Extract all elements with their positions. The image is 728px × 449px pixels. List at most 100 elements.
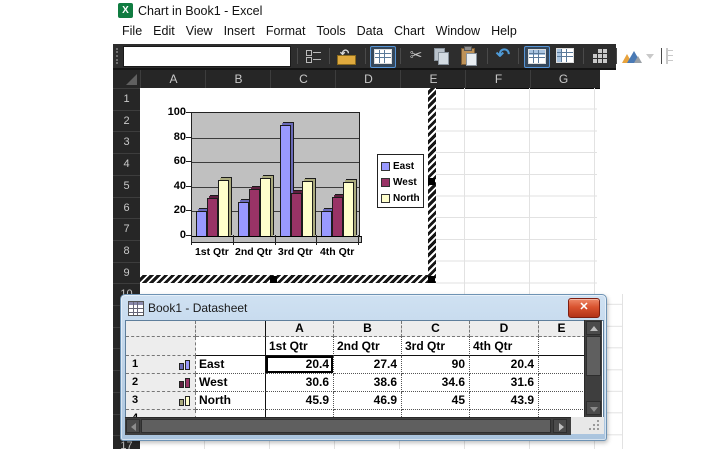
row-header-6[interactable]: 6 <box>113 197 140 219</box>
datasheet-col-header-E[interactable]: E <box>539 321 585 337</box>
datasheet-cell-west-C[interactable]: 34.6 <box>402 374 470 392</box>
row-header-1[interactable]: 1 <box>113 88 140 110</box>
menu-tools[interactable]: Tools <box>316 24 345 38</box>
datasheet-cell-north-D[interactable]: 43.9 <box>470 392 539 410</box>
bar-west-1stqtr[interactable] <box>207 198 218 238</box>
datasheet-cell-north-B[interactable]: 46.9 <box>334 392 402 410</box>
bar-west-2ndqtr[interactable] <box>249 189 260 239</box>
chart-edit-border-right[interactable] <box>428 88 436 283</box>
import-file-button[interactable]: ↶ <box>334 46 360 66</box>
select-all-corner[interactable] <box>113 70 140 88</box>
row-header-3[interactable]: 3 <box>113 131 140 153</box>
scroll-left-button[interactable] <box>126 419 140 433</box>
chart-type-button[interactable] <box>621 46 643 66</box>
bar-east-1stqtr[interactable] <box>196 211 207 238</box>
legend-entry-west[interactable]: West <box>378 174 423 190</box>
column-header-D[interactable]: D <box>335 70 401 88</box>
undo-button[interactable]: ↶ <box>493 46 513 66</box>
menu-edit[interactable]: Edit <box>153 24 175 38</box>
datasheet-cell-empty[interactable] <box>539 392 585 410</box>
scroll-down-button[interactable] <box>586 401 601 415</box>
menu-insert[interactable]: Insert <box>224 24 255 38</box>
datasheet-col-header-C[interactable]: C <box>402 321 470 337</box>
datasheet-category-2[interactable]: 2nd Qtr <box>334 337 402 356</box>
datasheet-cell-west-A[interactable]: 30.6 <box>266 374 334 392</box>
close-button[interactable]: ✕ <box>568 298 600 318</box>
menu-file[interactable]: File <box>122 24 142 38</box>
datasheet-cell-north-A[interactable]: 45.9 <box>266 392 334 410</box>
bar-east-3rdqtr[interactable] <box>280 125 291 238</box>
column-header-A[interactable]: A <box>140 70 206 88</box>
scroll-up-button[interactable] <box>586 321 601 335</box>
datasheet-cell-east-B[interactable]: 27.4 <box>334 356 402 374</box>
menu-window[interactable]: Window <box>436 24 480 38</box>
view-datasheet-button[interactable] <box>370 46 396 68</box>
cut-button[interactable]: ✂ <box>406 46 426 66</box>
column-header-B[interactable]: B <box>205 70 271 88</box>
datasheet-cell-east-C[interactable]: 90 <box>402 356 470 374</box>
menu-view[interactable]: View <box>186 24 213 38</box>
bar-east-2ndqtr[interactable] <box>238 202 249 238</box>
datasheet-category-3[interactable]: 3rd Qtr <box>402 337 470 356</box>
datasheet-cell-east-A[interactable]: 20.4 <box>266 356 334 374</box>
datasheet-col-header-A[interactable]: A <box>266 321 334 337</box>
paste-button[interactable] <box>458 46 480 66</box>
chart-edit-border-bottom[interactable] <box>140 275 428 283</box>
datasheet-cell-north-C[interactable]: 45 <box>402 392 470 410</box>
chart-objects-combobox[interactable] <box>123 46 291 67</box>
row-header-5[interactable]: 5 <box>113 175 140 197</box>
menu-help[interactable]: Help <box>491 24 517 38</box>
datasheet-col-header-B[interactable]: B <box>334 321 402 337</box>
datasheet-series-name-west[interactable]: West <box>196 374 266 392</box>
datasheet-category-4[interactable]: 4th Qtr <box>470 337 539 356</box>
column-header-E[interactable]: E <box>400 70 466 88</box>
datasheet-name-header[interactable] <box>196 321 266 337</box>
by-row-button[interactable] <box>524 46 550 68</box>
datasheet-series-name-east[interactable]: East <box>196 356 266 374</box>
bar-north-1stqtr[interactable] <box>218 180 229 239</box>
datasheet-series-name-north[interactable]: North <box>196 392 266 410</box>
datasheet-col-header-D[interactable]: D <box>470 321 539 337</box>
toolbar-grip-handle[interactable] <box>116 48 121 64</box>
bar-north-4thqtr[interactable] <box>343 182 354 238</box>
axes-button-clipped[interactable] <box>607 46 616 66</box>
menu-data[interactable]: Data <box>357 24 383 38</box>
datasheet-row-header-2[interactable]: 2 <box>126 374 196 392</box>
resize-handle-corner[interactable] <box>428 276 435 283</box>
column-header-G[interactable]: G <box>530 70 596 88</box>
row-header-2[interactable]: 2 <box>113 110 140 132</box>
chart-plot-area[interactable] <box>191 112 360 237</box>
bar-east-4thqtr[interactable] <box>321 211 332 238</box>
scroll-thumb-horizontal[interactable] <box>141 419 551 433</box>
resize-grip[interactable] <box>571 417 604 434</box>
datasheet-cell-west-B[interactable]: 38.6 <box>334 374 402 392</box>
datasheet-cell-empty[interactable] <box>539 356 585 374</box>
scroll-thumb[interactable] <box>586 336 601 376</box>
chart-legend[interactable]: EastWestNorth <box>377 154 424 208</box>
row-header-7[interactable]: 7 <box>113 218 140 240</box>
menu-chart[interactable]: Chart <box>394 24 425 38</box>
datasheet-cell-empty[interactable] <box>539 374 585 392</box>
bar-north-2ndqtr[interactable] <box>260 178 271 238</box>
datasheet-row-header-3[interactable]: 3 <box>126 392 196 410</box>
vertical-scrollbar[interactable] <box>584 320 602 417</box>
column-header-C[interactable]: C <box>270 70 336 88</box>
axes-icon-partial[interactable] <box>666 48 677 64</box>
by-column-button[interactable] <box>553 46 577 66</box>
bar-north-3rdqtr[interactable] <box>302 181 313 238</box>
chart-object[interactable]: EastWestNorth 1008060402001st Qtr2nd Qtr… <box>140 88 436 294</box>
menu-format[interactable]: Format <box>266 24 306 38</box>
horizontal-scrollbar[interactable] <box>125 417 571 435</box>
legend-entry-east[interactable]: East <box>378 158 423 174</box>
resize-handle-right[interactable] <box>428 178 435 185</box>
row-header-9[interactable]: 9 <box>113 262 140 284</box>
datasheet-name-blank[interactable] <box>196 337 266 356</box>
copy-button[interactable] <box>431 46 453 66</box>
scroll-right-button[interactable] <box>553 419 567 433</box>
row-header-4[interactable]: 4 <box>113 153 140 175</box>
legend-entry-north[interactable]: North <box>378 190 423 206</box>
bar-west-3rdqtr[interactable] <box>291 193 302 238</box>
datasheet-cell-west-D[interactable]: 31.6 <box>470 374 539 392</box>
datasheet-titlebar[interactable]: Book1 - Datasheet ✕ <box>125 298 604 319</box>
datasheet-corner[interactable] <box>126 321 196 337</box>
